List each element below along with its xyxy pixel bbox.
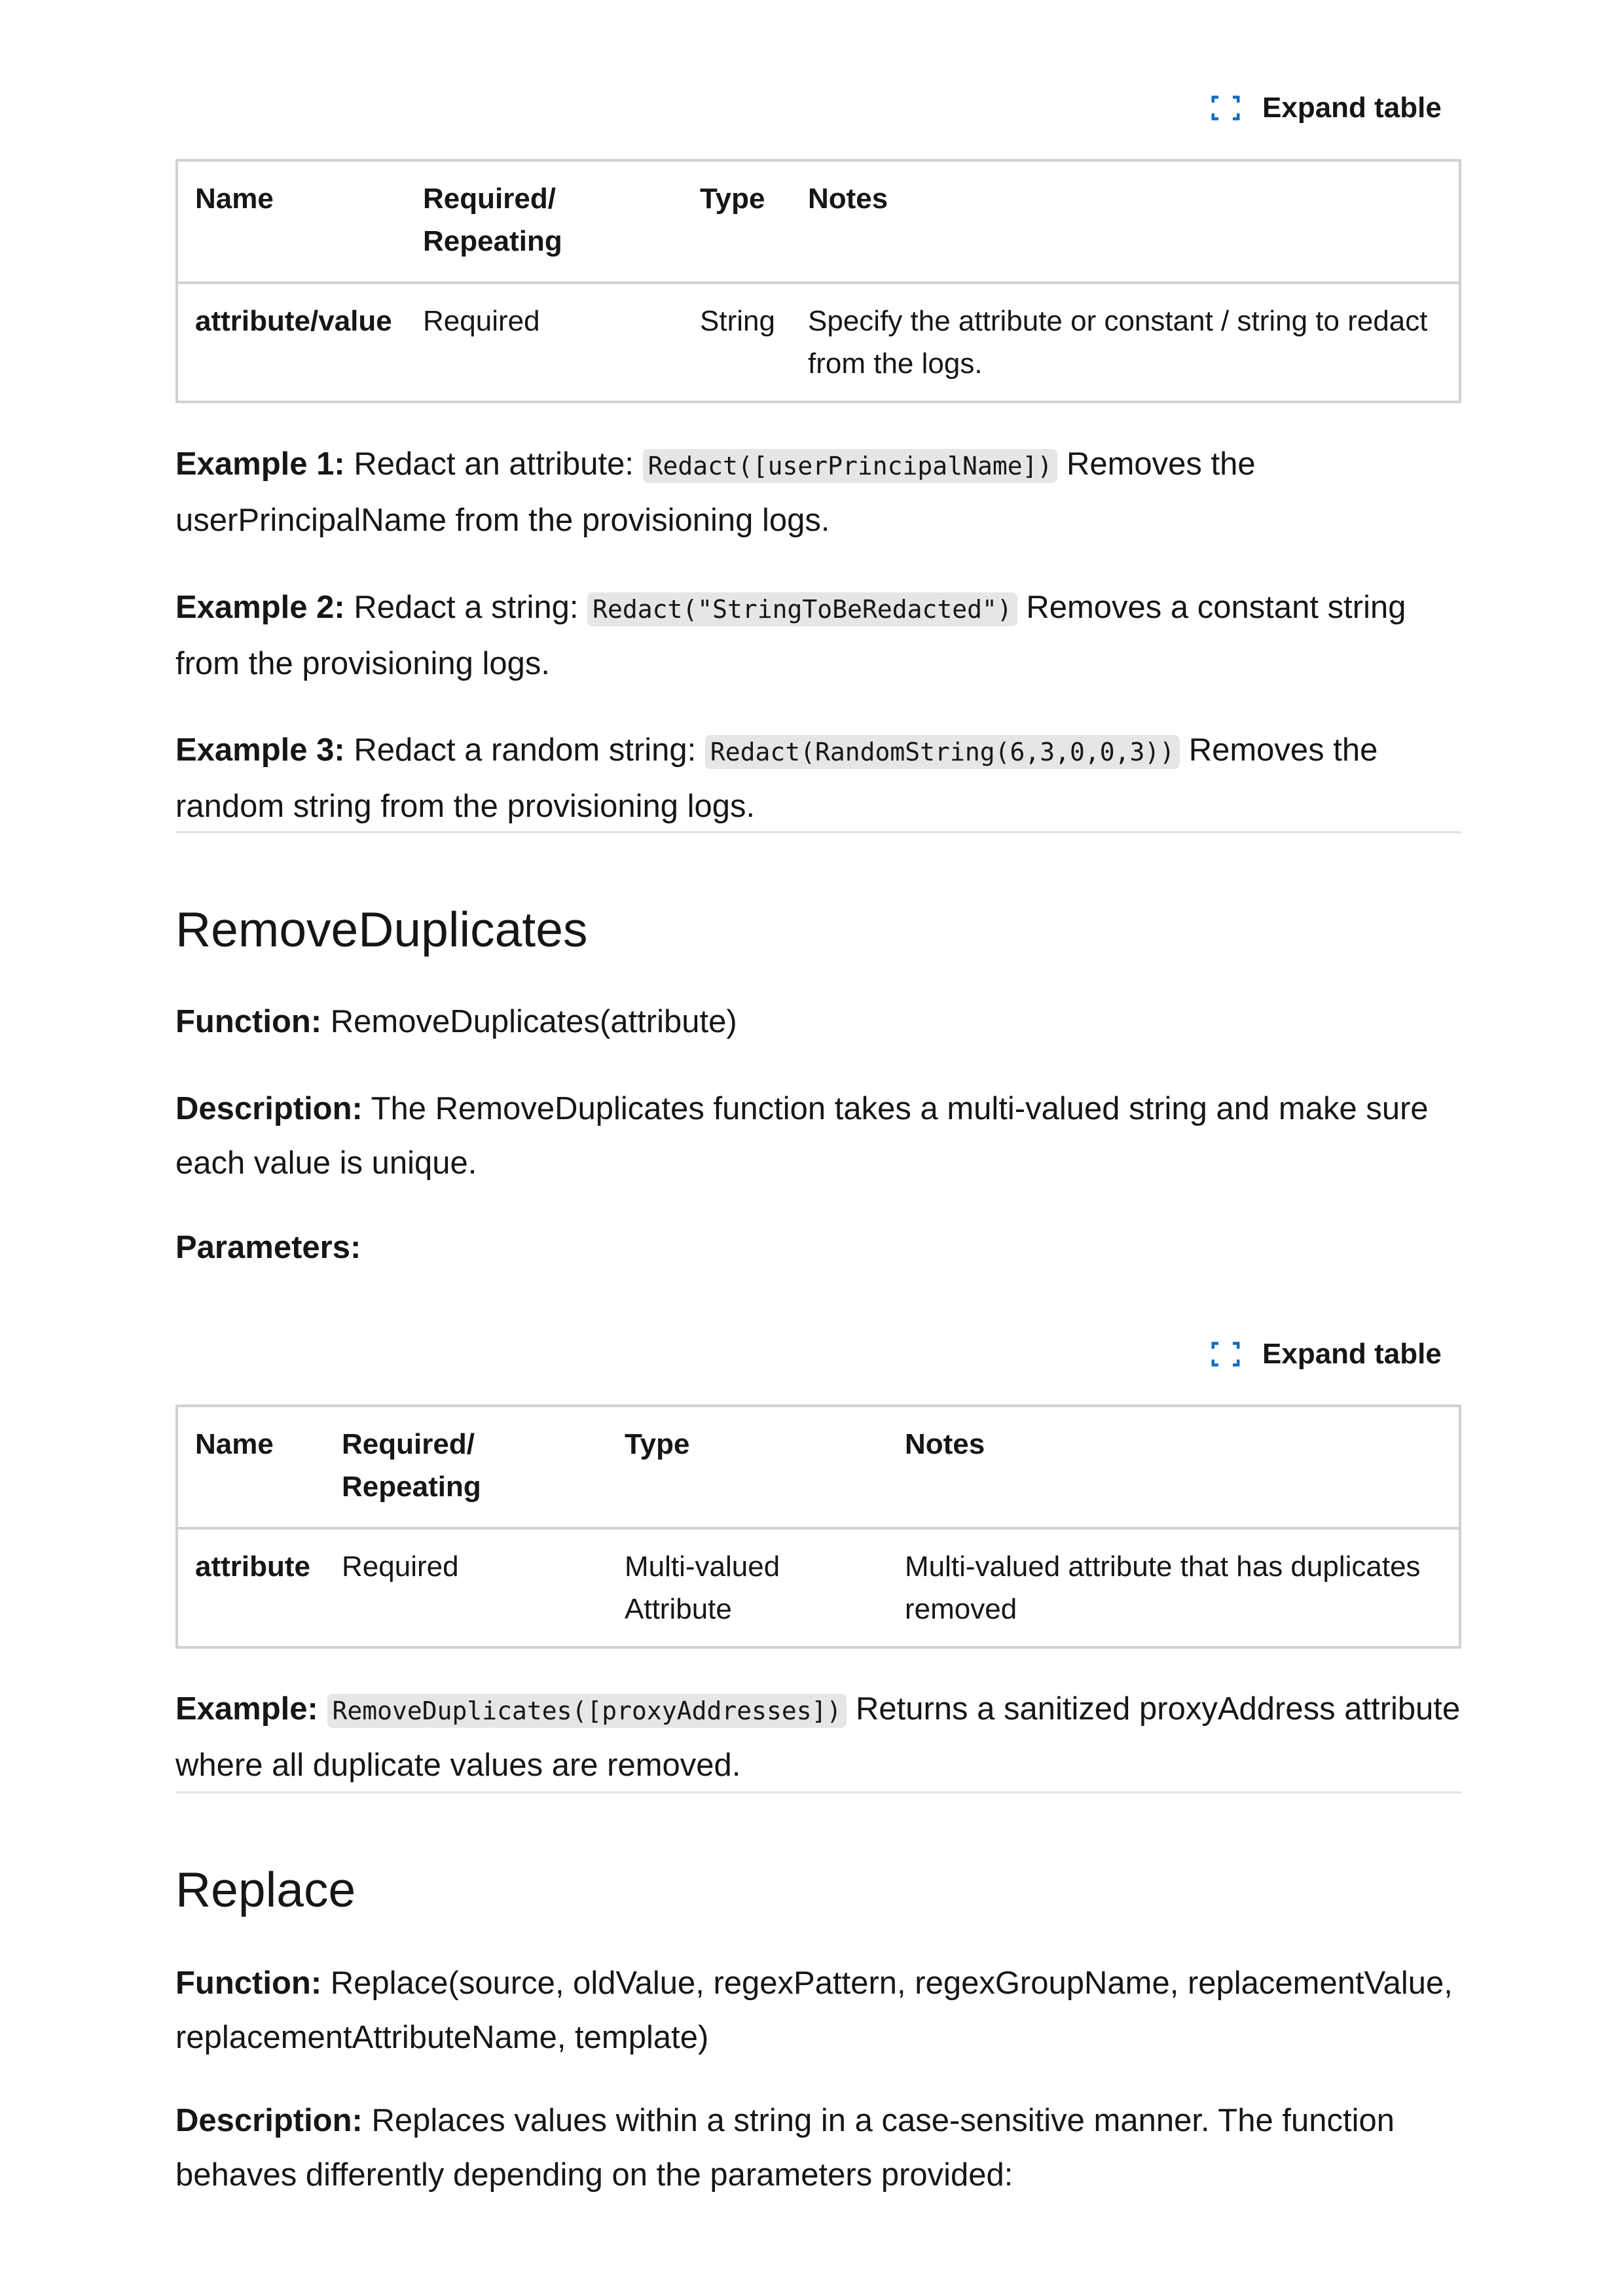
header-notes: Notes bbox=[808, 183, 888, 215]
header-type: Type bbox=[625, 1428, 690, 1460]
example-text: Redact a random string: bbox=[344, 732, 705, 768]
section-title-removeduplicates: RemoveDuplicates bbox=[175, 902, 588, 957]
section-title-replace: Replace bbox=[175, 1862, 356, 1917]
divider bbox=[175, 1791, 1461, 1793]
example-label: Example 3: bbox=[175, 732, 345, 768]
cell-notes: Multi-valued attribute that has duplicat… bbox=[905, 1551, 1421, 1625]
cell-required: Required bbox=[423, 305, 540, 337]
parameters-heading: Parameters: bbox=[175, 1230, 361, 1265]
header-type: Type bbox=[700, 183, 765, 215]
header-required: Required/ Repeating bbox=[342, 1428, 481, 1503]
description-text: The RemoveDuplicates function takes a mu… bbox=[175, 1091, 1429, 1181]
cell-type: Multi-valued Attribute bbox=[625, 1551, 780, 1625]
function-text: RemoveDuplicates(attribute) bbox=[321, 1004, 737, 1039]
redact-example-1: Example 1: Redact an attribute: Redact([… bbox=[175, 437, 1461, 548]
example-code: Redact("StringToBeRedacted") bbox=[587, 592, 1017, 626]
divider bbox=[175, 831, 1461, 833]
expand-icon bbox=[1211, 1342, 1240, 1367]
example-code: RemoveDuplicates([proxyAddresses]) bbox=[327, 1694, 847, 1728]
cell-notes: Specify the attribute or constant / stri… bbox=[808, 305, 1428, 380]
example-text: Redact an attribute: bbox=[344, 446, 643, 482]
removeduplicates-parameters-table: Name Required/ Repeating Type Notes attr… bbox=[175, 1405, 1461, 1649]
redact-example-2: Example 2: Redact a string: Redact("Stri… bbox=[175, 581, 1461, 691]
example-text: Redact a string: bbox=[344, 590, 588, 625]
header-required: Required/ Repeating bbox=[423, 183, 562, 257]
function-label: Function: bbox=[175, 1965, 322, 2001]
expand-icon bbox=[1211, 96, 1240, 120]
expand-table-label: Expand table bbox=[1262, 1338, 1442, 1370]
function-text: Replace(source, oldValue, regexPattern, … bbox=[175, 1965, 1453, 2055]
description-label: Description: bbox=[175, 2103, 363, 2138]
table-row: attribute Required Multi-valued Attribut… bbox=[177, 1528, 1460, 1647]
header-name: Name bbox=[195, 183, 274, 215]
cell-name: attribute/value bbox=[195, 305, 392, 337]
example-label: Example 1: bbox=[175, 446, 345, 482]
cell-required: Required bbox=[342, 1551, 459, 1583]
expand-table-label: Expand table bbox=[1262, 92, 1442, 124]
cell-type: String bbox=[700, 305, 775, 337]
table-row: attribute/value Required String Specify … bbox=[177, 283, 1460, 402]
example-label: Example 2: bbox=[175, 590, 345, 625]
description: Description: The RemoveDuplicates functi… bbox=[175, 1082, 1461, 1191]
cell-name: attribute bbox=[195, 1551, 310, 1583]
example-code: Redact(RandomString(6,3,0,0,3)) bbox=[704, 735, 1180, 769]
function-signature: Function: RemoveDuplicates(attribute) bbox=[175, 995, 1461, 1049]
removeduplicates-example: Example: RemoveDuplicates([proxyAddresse… bbox=[175, 1682, 1461, 1793]
example-code: Redact([userPrincipalName]) bbox=[642, 449, 1058, 483]
header-notes: Notes bbox=[905, 1428, 985, 1460]
function-signature: Function: Replace(source, oldValue, rege… bbox=[175, 1956, 1461, 2065]
description: Description: Replaces values within a st… bbox=[175, 2094, 1461, 2202]
header-name: Name bbox=[195, 1428, 274, 1460]
description-label: Description: bbox=[175, 1091, 363, 1126]
expand-table-button[interactable]: Expand table bbox=[1211, 92, 1442, 124]
example-label: Example: bbox=[175, 1691, 318, 1727]
expand-table-button[interactable]: Expand table bbox=[1211, 1338, 1442, 1371]
function-label: Function: bbox=[175, 1004, 322, 1039]
parameters-label: Parameters: bbox=[175, 1221, 1461, 1275]
redact-parameters-table: Name Required/ Repeating Type Notes attr… bbox=[175, 159, 1461, 403]
redact-example-3: Example 3: Redact a random string: Redac… bbox=[175, 723, 1461, 834]
